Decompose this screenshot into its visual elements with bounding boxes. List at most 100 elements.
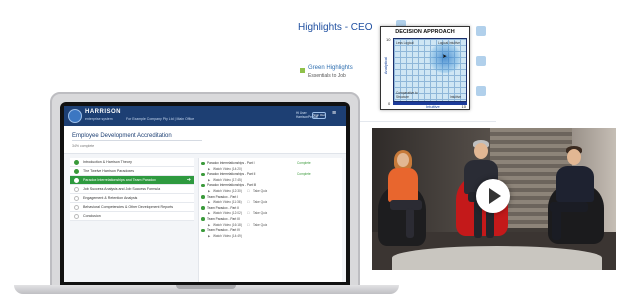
module-label: Paradox Interrelationships and Team Para… xyxy=(83,178,156,182)
module-list: Introduction & Harrison Theory The Twelve… xyxy=(70,158,194,221)
lesson-title: Team Paradox - Part I xyxy=(207,194,239,199)
module-label: Engagement & Retention Analysis xyxy=(83,196,138,200)
module-label: The Twelve Harrison Paradoxes xyxy=(83,169,135,173)
title-divider xyxy=(72,140,202,141)
watch-video-link[interactable]: Watch Video (11:36) xyxy=(213,200,242,204)
studio-rug xyxy=(392,246,602,270)
watch-video-link[interactable]: Watch Video (17:45) xyxy=(213,178,242,182)
laptop-notch xyxy=(176,285,236,289)
lesson-title: Team Paradox - Part III xyxy=(207,216,240,221)
menu-icon[interactable]: ≡ xyxy=(332,110,336,117)
module-item[interactable]: The Twelve Harrison Paradoxes xyxy=(70,167,194,176)
take-quiz-link[interactable]: Take Quiz xyxy=(253,189,267,193)
check-icon xyxy=(201,161,205,165)
lesson-title: Paradox Interrelationships - Part II xyxy=(207,172,256,177)
check-icon xyxy=(201,183,205,188)
module-item[interactable]: Job Success Analysis and Job Success For… xyxy=(70,185,194,194)
module-item[interactable]: Behavioral Competencies & Other Developm… xyxy=(70,203,194,212)
quadrant-label: Comparative to Structure xyxy=(396,91,418,99)
video-icon: ▶ xyxy=(208,200,211,205)
marketing-composite: Highlights - CEO Green Highlights Essent… xyxy=(0,0,627,303)
app-screen: HARRISON enterprise system For Example C… xyxy=(64,106,346,282)
company-name: For Example Company Pty Ltd | Main Offic… xyxy=(126,117,195,121)
status-dot-icon xyxy=(74,196,79,201)
background-tile xyxy=(476,56,486,66)
quadrant-label: Intuitive xyxy=(450,95,461,99)
progress-text: 34% complete xyxy=(72,144,95,148)
check-icon xyxy=(201,206,205,210)
lesson-list: Paradox Interrelationships - Part I Compl… xyxy=(198,158,342,282)
video-icon: ▶ xyxy=(208,166,211,171)
check-icon xyxy=(201,217,205,221)
module-label: Conclusion xyxy=(83,214,101,218)
page-header: Employee Development Accreditation 34% c… xyxy=(64,126,346,154)
module-label: Behavioral Competencies & Other Developm… xyxy=(83,205,174,209)
y-axis-label: Analytical xyxy=(383,57,388,75)
harrison-logo-icon[interactable] xyxy=(68,109,82,123)
lesson-video-row[interactable]: ▶ Watch Video (14:49) xyxy=(199,234,342,240)
video-icon: ▶ xyxy=(208,233,211,238)
background-tile xyxy=(476,26,486,36)
module-item[interactable]: Paradox Interrelationships and Team Para… xyxy=(70,176,194,185)
quiz-icon: ☐ xyxy=(247,211,250,216)
lesson-title: Team Paradox - Part II xyxy=(207,205,239,210)
check-icon xyxy=(201,195,205,199)
quadrant-label: Logical Intuitive xyxy=(438,41,460,45)
brand-name: HARRISON xyxy=(85,109,122,115)
play-icon[interactable] xyxy=(476,179,510,213)
page-title: Employee Development Accreditation xyxy=(72,133,172,139)
module-label: Job Success Analysis and Job Success For… xyxy=(83,187,161,191)
background-tile xyxy=(476,86,486,96)
status-dot-icon xyxy=(74,205,79,210)
lesson-title: Paradox Interrelationships - Part III xyxy=(207,183,257,188)
video-icon: ▶ xyxy=(208,211,211,216)
sign-out-button[interactable]: Sign Out xyxy=(312,112,326,119)
lesson-title: Team Paradox - Part IV xyxy=(207,228,241,233)
module-item[interactable]: Engagement & Retention Analysis xyxy=(70,194,194,203)
slide-title: Highlights - CEO xyxy=(298,22,373,33)
chart-grid: Less Logical Logical Intuitive Comparati… xyxy=(393,38,467,105)
check-icon xyxy=(201,172,205,177)
status-dot-icon xyxy=(74,187,79,192)
take-quiz-link[interactable]: Take Quiz xyxy=(253,223,267,227)
module-item[interactable]: Introduction & Harrison Theory xyxy=(70,158,194,167)
status-badge: Complete xyxy=(297,161,311,165)
laptop-base xyxy=(14,285,399,294)
check-icon xyxy=(74,160,79,165)
quadrant-label: Less Logical xyxy=(396,41,414,45)
check-icon xyxy=(201,228,205,233)
x-axis-label: Intuitive xyxy=(426,104,440,109)
video-icon: ▶ xyxy=(208,177,211,182)
check-icon xyxy=(74,169,79,174)
watch-video-link[interactable]: Watch Video (12:30) xyxy=(213,189,242,193)
take-quiz-link[interactable]: Take Quiz xyxy=(253,200,267,204)
module-label: Introduction & Harrison Theory xyxy=(83,160,132,164)
legend-sub: Essentials to Job xyxy=(308,73,346,79)
legend-label: Green Highlights xyxy=(308,65,353,71)
video-icon: ▶ xyxy=(208,188,211,193)
lesson-title: Paradox Interrelationships - Part I xyxy=(207,161,255,165)
status-dot-icon xyxy=(74,178,79,183)
take-quiz-link[interactable]: Take Quiz xyxy=(253,211,267,215)
watch-video-link[interactable]: Watch Video (14:20) xyxy=(213,167,242,171)
status-badge: Complete xyxy=(297,172,311,177)
watch-video-link[interactable]: Watch Video (16:18) xyxy=(213,223,242,227)
watch-video-link[interactable]: Watch Video (14:49) xyxy=(213,234,242,238)
quiz-icon: ☐ xyxy=(247,200,250,205)
x-max-tick: 10 xyxy=(461,104,466,109)
decision-approach-chart: DECISION APPROACH Analytical 10 0 Less L… xyxy=(380,26,470,110)
app-header: HARRISON enterprise system For Example C… xyxy=(64,106,346,126)
brand-subtitle: enterprise system xyxy=(85,117,113,121)
quiz-icon: ☐ xyxy=(247,222,250,227)
green-highlight-swatch xyxy=(300,68,305,73)
chart-title: DECISION APPROACH xyxy=(395,29,455,35)
quiz-icon: ☐ xyxy=(247,188,250,193)
watch-video-link[interactable]: Watch Video (12:02) xyxy=(213,211,242,215)
module-item[interactable]: Conclusion xyxy=(70,212,194,221)
video-icon: ▶ xyxy=(208,222,211,227)
y-max-tick: 10 xyxy=(386,37,391,42)
arrow-right-icon: ➔ xyxy=(186,177,191,183)
cursor-icon: ➤ xyxy=(442,54,448,60)
status-dot-icon xyxy=(74,214,79,219)
y-min-tick: 0 xyxy=(388,101,391,106)
